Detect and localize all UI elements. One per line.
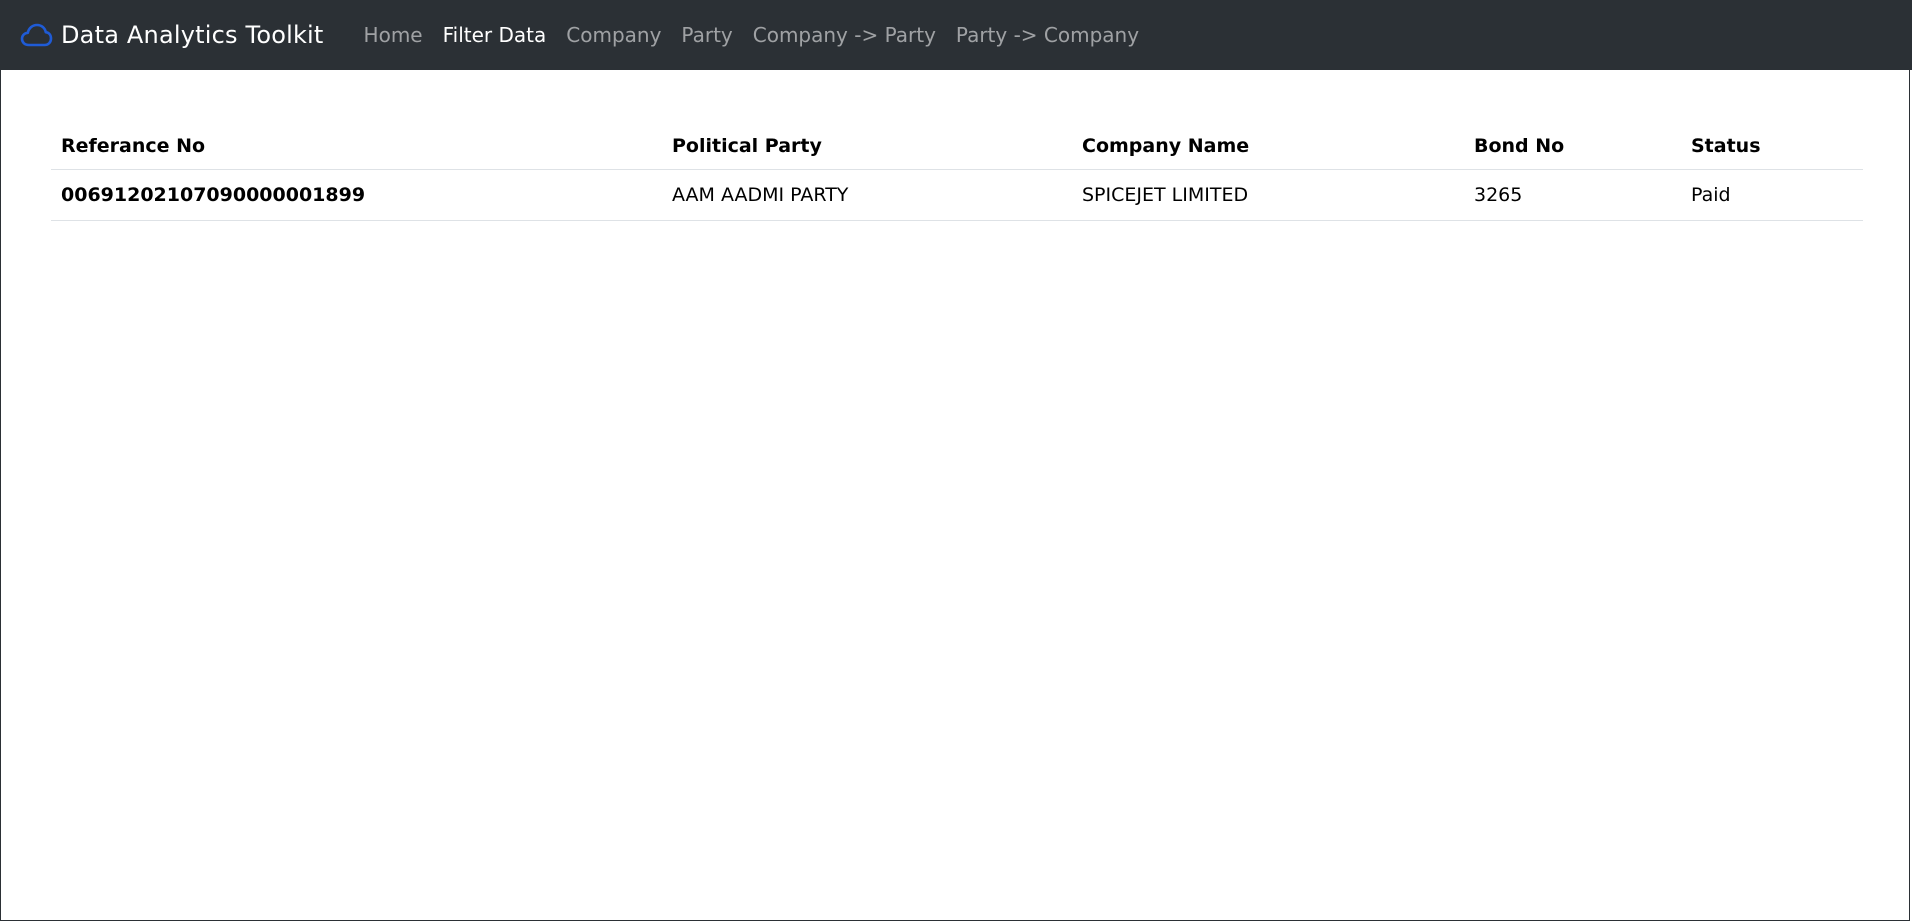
navbar: Data Analytics Toolkit Home Filter Data … [1,0,1912,70]
bonds-table: Referance No Political Party Company Nam… [51,122,1863,221]
table-header-row: Referance No Political Party Company Nam… [51,122,1863,170]
column-header-company-name: Company Name [1072,122,1464,170]
brand-link[interactable]: Data Analytics Toolkit [20,21,324,49]
cell-political-party: AAM AADMI PARTY [662,169,1072,221]
column-header-status: Status [1681,122,1863,170]
brand-title: Data Analytics Toolkit [61,21,324,49]
table-row: 00691202107090000001899 AAM AADMI PARTY … [51,169,1863,221]
nav-link-filter-data[interactable]: Filter Data [433,23,557,47]
column-header-reference-no: Referance No [51,122,662,170]
main-content: Referance No Political Party Company Nam… [51,122,1863,221]
column-header-bond-no: Bond No [1464,122,1681,170]
cell-reference-no: 00691202107090000001899 [51,169,662,221]
cell-bond-no: 3265 [1464,169,1681,221]
nav-link-home[interactable]: Home [354,23,433,47]
nav-link-company-to-party[interactable]: Company -> Party [743,23,946,47]
nav-link-party[interactable]: Party [671,23,742,47]
column-header-political-party: Political Party [662,122,1072,170]
nav-links: Home Filter Data Company Party Company -… [354,23,1150,47]
cloud-icon [20,22,53,48]
page: Data Analytics Toolkit Home Filter Data … [0,0,1912,921]
cell-company-name: SPICEJET LIMITED [1072,169,1464,221]
nav-link-company[interactable]: Company [556,23,671,47]
nav-link-party-to-company[interactable]: Party -> Company [946,23,1149,47]
cell-status: Paid [1681,169,1863,221]
